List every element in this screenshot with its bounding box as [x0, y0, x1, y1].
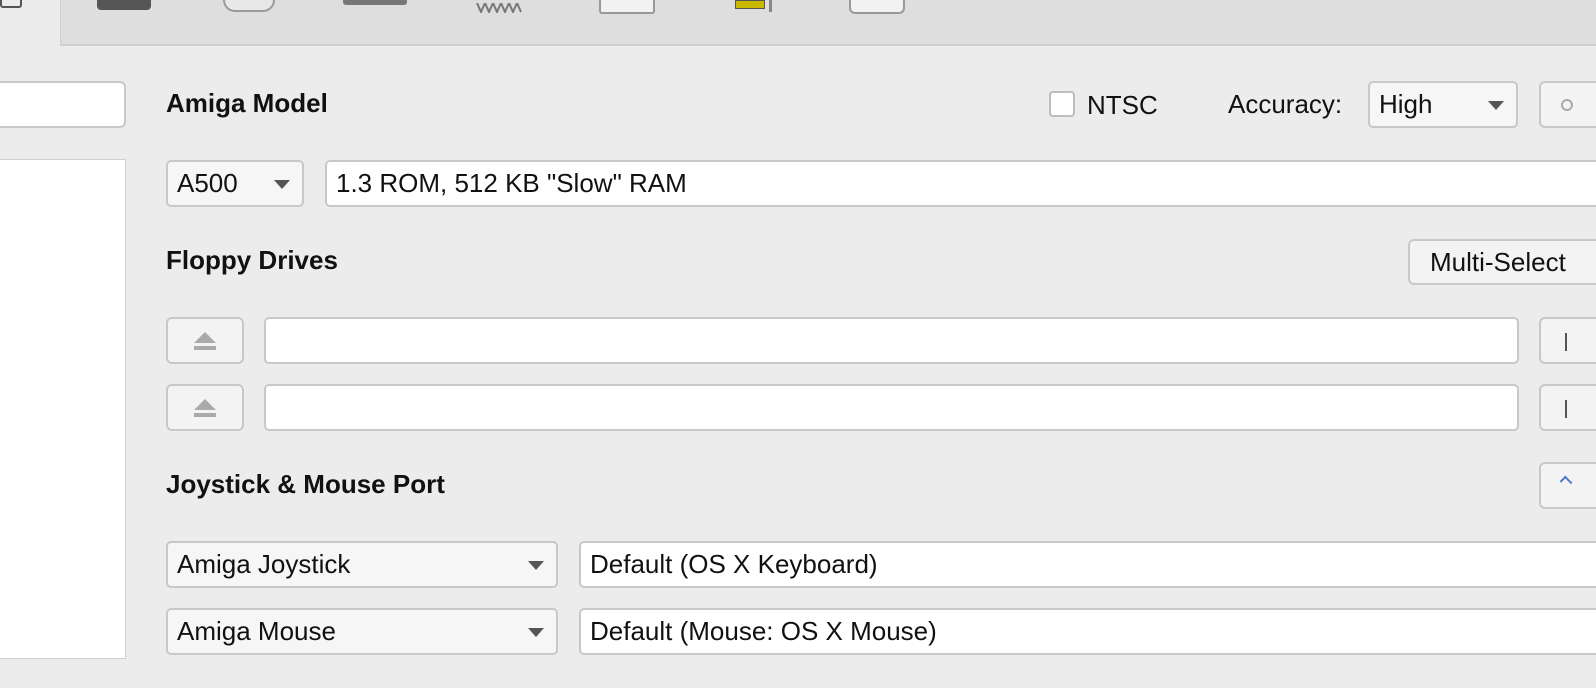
port-1-type-select[interactable]: Amiga Joystick: [166, 541, 558, 588]
chevron-down-icon: [274, 179, 290, 189]
ntsc-checkbox[interactable]: [1049, 91, 1075, 117]
port-2-type: Amiga Mouse: [177, 616, 336, 646]
toolbar: [60, 0, 1596, 46]
multi-select-button[interactable]: Multi-Select: [1408, 239, 1596, 285]
port-2-device-field[interactable]: Default (Mouse: OS X Mouse): [579, 608, 1596, 655]
swap-ports-button[interactable]: [1539, 462, 1596, 509]
memory-icon[interactable]: [475, 0, 525, 15]
hard-drive-icon[interactable]: [343, 0, 407, 5]
floppy-drive-2-field[interactable]: [264, 384, 1519, 431]
floppy-drive-1-field[interactable]: [264, 317, 1519, 364]
swap-icon: [1559, 475, 1573, 489]
browse-drive-2-button[interactable]: [1539, 384, 1596, 431]
model-description-field[interactable]: 1.3 ROM, 512 KB "Slow" RAM: [325, 160, 1596, 207]
port-1-type: Amiga Joystick: [177, 549, 351, 579]
folder-icon: [1565, 333, 1573, 351]
configuration-list[interactable]: [0, 159, 126, 659]
configuration-search-input[interactable]: [0, 81, 126, 128]
multi-select-label: Multi-Select: [1430, 246, 1566, 277]
ntsc-label: NTSC: [1087, 90, 1158, 120]
port-1-device: Default (OS X Keyboard): [590, 549, 878, 579]
accuracy-select[interactable]: High: [1368, 81, 1518, 128]
chevron-down-icon: [1488, 100, 1504, 110]
chip-icon[interactable]: [735, 0, 779, 12]
eject-icon: [194, 398, 216, 417]
floppy-disk-icon[interactable]: [97, 0, 151, 10]
accuracy-value: High: [1379, 89, 1433, 119]
keyboard-icon[interactable]: [599, 0, 655, 14]
chevron-down-icon: [528, 627, 544, 637]
floppy-drives-title: Floppy Drives: [166, 245, 338, 275]
eject-icon: [194, 331, 216, 350]
monitor-icon[interactable]: [849, 0, 905, 14]
model-description: 1.3 ROM, 512 KB "Slow" RAM: [336, 168, 687, 198]
model-value: A500: [177, 168, 238, 198]
settings-button[interactable]: [1539, 81, 1596, 128]
gear-icon: [1561, 99, 1573, 111]
port-1-device-field[interactable]: Default (OS X Keyboard): [579, 541, 1596, 588]
port-2-device: Default (Mouse: OS X Mouse): [590, 616, 937, 646]
browse-drive-1-button[interactable]: [1539, 317, 1596, 364]
eject-drive-2-button[interactable]: [166, 384, 244, 431]
eject-drive-1-button[interactable]: [166, 317, 244, 364]
amiga-model-title: Amiga Model: [166, 88, 328, 118]
cd-disc-icon[interactable]: [223, 0, 275, 12]
joystick-mouse-port-title: Joystick & Mouse Port: [166, 469, 445, 499]
model-select[interactable]: A500: [166, 160, 304, 207]
folder-icon: [1565, 400, 1573, 418]
accuracy-label: Accuracy:: [1228, 89, 1343, 119]
chevron-down-icon: [528, 560, 544, 570]
left-tab-area: [0, 0, 56, 46]
port-2-type-select[interactable]: Amiga Mouse: [166, 608, 558, 655]
